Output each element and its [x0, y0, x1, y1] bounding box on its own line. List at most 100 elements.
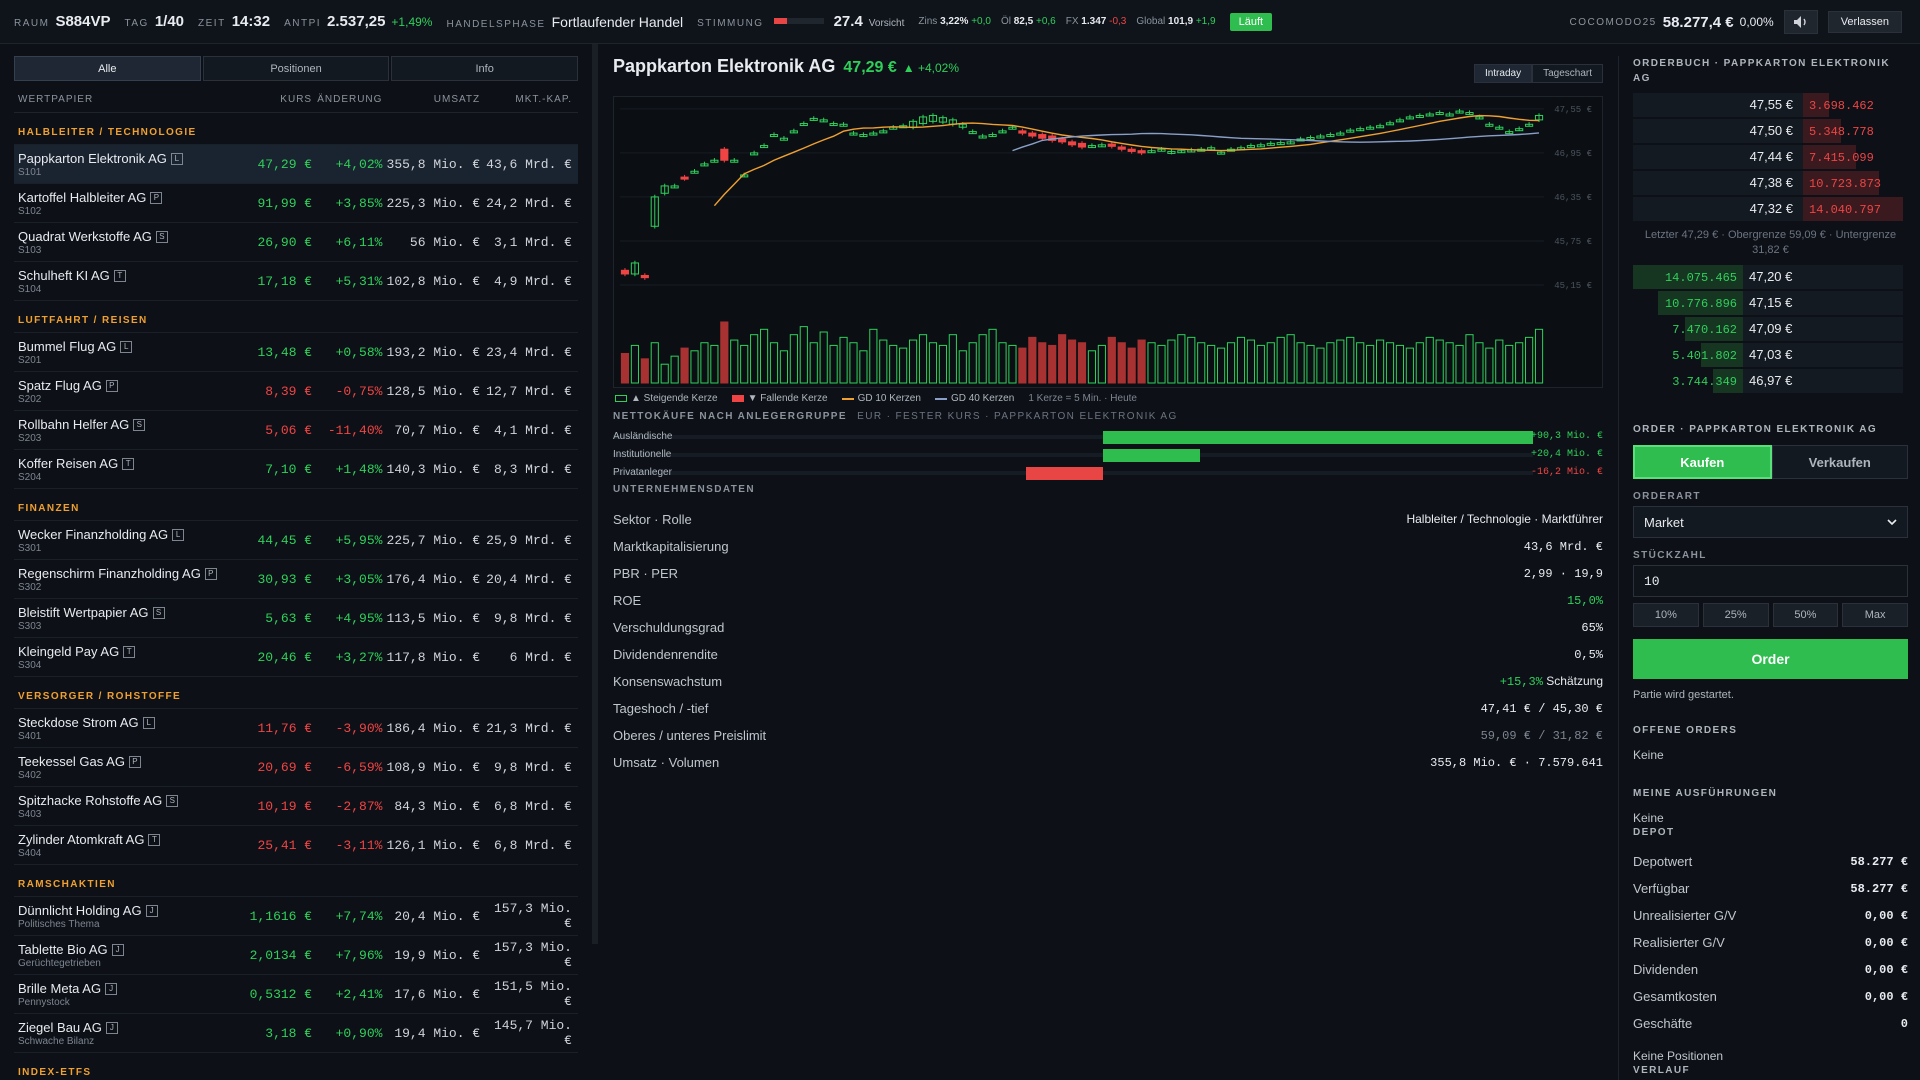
positions-value: Keine Positionen: [1633, 1049, 1724, 1063]
volume-bar: [819, 331, 828, 384]
security-row[interactable]: Kleingeld Pay AG T S304 20,46 € +3,27% 117,8 …: [14, 638, 578, 677]
security-row[interactable]: Ziegel Bau AG J Schwache Bilanz 3,18 € +0,90…: [14, 1014, 578, 1053]
user-value: 58.277,4 €: [1662, 13, 1734, 31]
security-row[interactable]: Schulheft KI AG T S104 17,18 € +5,31% 102,8 M…: [14, 262, 578, 301]
security-row[interactable]: Tablette Bio AG J Gerüchtegetrieben 2,0134 …: [14, 936, 578, 975]
security-row[interactable]: Bummel Flug AG L S201 13,48 € +0,58% 193,2 Mi…: [14, 333, 578, 372]
ask-row[interactable]: 47,44 € 7.415.099: [1633, 144, 1908, 170]
quantity-input[interactable]: 10: [1633, 565, 1908, 597]
company-data-title: UNTERNEHMENSDATEN: [613, 484, 755, 495]
volume-bar: [1515, 342, 1524, 384]
security-name: Kleingeld Pay AG: [18, 643, 120, 659]
ask-row[interactable]: 47,32 € 14.040.797: [1633, 196, 1908, 222]
bid-row[interactable]: 7.470.162 47,09 €: [1633, 316, 1908, 342]
view-daily[interactable]: Tageschart: [1532, 64, 1603, 83]
time-value: 14:32: [231, 13, 271, 30]
bid-qty: 3.744.349: [1672, 375, 1737, 389]
company-data-key: Verschuldungsgrad: [613, 619, 725, 635]
ask-qty: 14.040.797: [1809, 203, 1882, 217]
bid-qty-cell: 14.075.465: [1633, 265, 1743, 289]
security-row[interactable]: Pappkarton Elektronik AG L S101 47,29 € +4,0…: [14, 145, 578, 184]
price-chart[interactable]: 47,55 € 46,95 € 46,35 € 45,75 € 45,15 €: [613, 96, 1603, 388]
security-row[interactable]: Regenschirm Finanzholding AG P S302 30,93 €…: [14, 560, 578, 599]
security-row[interactable]: Spitzhacke Rohstoffe AG S S403 10,19 € -2,87…: [14, 787, 578, 826]
volume-bar: [1525, 336, 1534, 384]
ordertype-select[interactable]: Market: [1633, 506, 1908, 538]
security-turnover: 84,3 Mio. €: [394, 798, 481, 814]
bid-price: 47,15 €: [1749, 295, 1793, 310]
detail-panel: Pappkarton Elektronik AG 47,29 € ▲ +4,02…: [613, 56, 1603, 1080]
preset-10-button[interactable]: 10%: [1633, 603, 1699, 627]
buy-button[interactable]: Kaufen: [1633, 445, 1772, 479]
security-row[interactable]: Brille Meta AG J Pennystock 0,5312 € +2,41% 1…: [14, 975, 578, 1014]
phase-label: HANDELSPHASE: [446, 18, 546, 30]
security-row[interactable]: Rollbahn Helfer AG S S203 5,06 € -11,40% 70,7…: [14, 411, 578, 450]
security-row[interactable]: Dünnlicht Holding AG J Politisches Thema 1,…: [14, 897, 578, 936]
col-security[interactable]: WERTPAPIER: [14, 94, 244, 105]
col-price[interactable]: KURS: [244, 94, 312, 105]
security-row[interactable]: Spatz Flug AG P S202 8,39 € -0,75% 128,5 Mio.…: [14, 372, 578, 411]
bid-row[interactable]: 3.744.349 46,97 €: [1633, 368, 1908, 394]
depot-key: Realisierter G/V: [1633, 935, 1725, 950]
bid-row[interactable]: 14.075.465 47,20 €: [1633, 264, 1908, 290]
tab-positions[interactable]: Positionen: [202, 56, 390, 81]
security-row[interactable]: Bleistift Wertpapier AG S S303 5,63 € +4,95%…: [14, 599, 578, 638]
preset-25-button[interactable]: 25%: [1702, 603, 1769, 627]
bid-row[interactable]: 10.776.896 47,15 €: [1633, 290, 1908, 316]
view-intraday[interactable]: Intraday: [1473, 64, 1533, 83]
preset-50-button[interactable]: 50%: [1772, 603, 1839, 627]
security-type-tag: T: [113, 270, 126, 283]
security-row[interactable]: Koffer Reisen AG T S204 7,10 € +1,48% 140,3 M…: [14, 450, 578, 489]
security-name-line: Tablette Bio AG J: [18, 942, 244, 957]
volume-bar: [1405, 347, 1414, 384]
bid-row[interactable]: 5.401.802 47,03 €: [1633, 342, 1908, 368]
security-row[interactable]: Wecker Finanzholding AG L S301 44,45 € +5,95…: [14, 521, 578, 560]
tab-all[interactable]: Alle: [14, 56, 201, 81]
order-button[interactable]: Order: [1633, 639, 1908, 679]
ask-row[interactable]: 47,38 € 10.723.873: [1633, 170, 1908, 196]
security-price: 0,5312 €: [249, 986, 313, 1002]
ask-price-cell: 47,50 €: [1633, 119, 1803, 143]
security-name-cell: Tablette Bio AG J Gerüchtegetrieben: [14, 942, 244, 969]
volume-bar: [1207, 344, 1216, 384]
col-change[interactable]: ÄNDERUNG: [312, 94, 382, 105]
col-market-cap[interactable]: MKT.-KAP.: [480, 94, 578, 105]
detail-header: Pappkarton Elektronik AG 47,29 € ▲ +4,02…: [613, 56, 1603, 86]
volume-bar: [1246, 339, 1255, 384]
user-change: 0,00%: [1739, 15, 1774, 29]
security-row[interactable]: Steckdose Strom AG L S401 11,76 € -3,90% 186,…: [14, 709, 578, 748]
speaker-icon[interactable]: [1783, 10, 1818, 34]
volume-bar: [1137, 339, 1146, 384]
security-row[interactable]: Kartoffel Halbleiter AG P S102 91,99 € +3,85…: [14, 184, 578, 223]
company-data-value-wrap: Halbleiter / Technologie · Marktführer: [1406, 512, 1603, 526]
security-code: S204: [18, 471, 42, 483]
security-row[interactable]: Zylinder Atomkraft AG T S404 25,41 € -3,11% 1…: [14, 826, 578, 865]
security-code: Gerüchtegetrieben: [18, 957, 101, 969]
ask-row[interactable]: 47,50 € 5.348.778: [1633, 118, 1908, 144]
security-row[interactable]: Teekessel Gas AG P S402 20,69 € -6,59% 108,9 …: [14, 748, 578, 787]
security-code: S101: [18, 166, 42, 178]
security-row[interactable]: Quadrat Werkstoffe AG S S103 26,90 € +6,11% 5…: [14, 223, 578, 262]
stat-label: Öl: [1000, 16, 1011, 27]
security-type-tag: S: [166, 795, 179, 808]
leave-button[interactable]: Verlassen: [1827, 11, 1902, 33]
bid-price: 47,20 €: [1749, 269, 1793, 284]
legend-ma40: GD 40 Kerzen: [934, 393, 1014, 404]
security-code: S203: [18, 432, 42, 444]
sell-button[interactable]: Verkaufen: [1771, 445, 1908, 479]
col-turnover[interactable]: UMSATZ: [382, 94, 480, 105]
security-market-cap: 6 Mrd. €: [509, 649, 572, 665]
group-header: INDEX-ETFS: [14, 1053, 578, 1080]
running-status-button[interactable]: Läuft: [1229, 12, 1273, 31]
tab-info[interactable]: Info: [391, 56, 578, 81]
preset-max-button[interactable]: Max: [1842, 603, 1908, 627]
security-name-line: Teekessel Gas AG P: [18, 754, 244, 769]
top-bar: RAUM S884VP TAG 1/40 ZEIT 14:32 ANTPI 2.…: [0, 0, 1920, 44]
volume-bar: [899, 347, 908, 384]
candle: [620, 269, 630, 275]
group-header: HALBLEITER / TECHNOLOGIE: [14, 113, 578, 145]
depot-value: 58.277 €: [1850, 881, 1908, 896]
ask-row[interactable]: 47,55 € 3.698.462: [1633, 92, 1908, 118]
list-scrollbar[interactable]: [592, 44, 598, 944]
security-code: Pennystock: [18, 996, 70, 1008]
